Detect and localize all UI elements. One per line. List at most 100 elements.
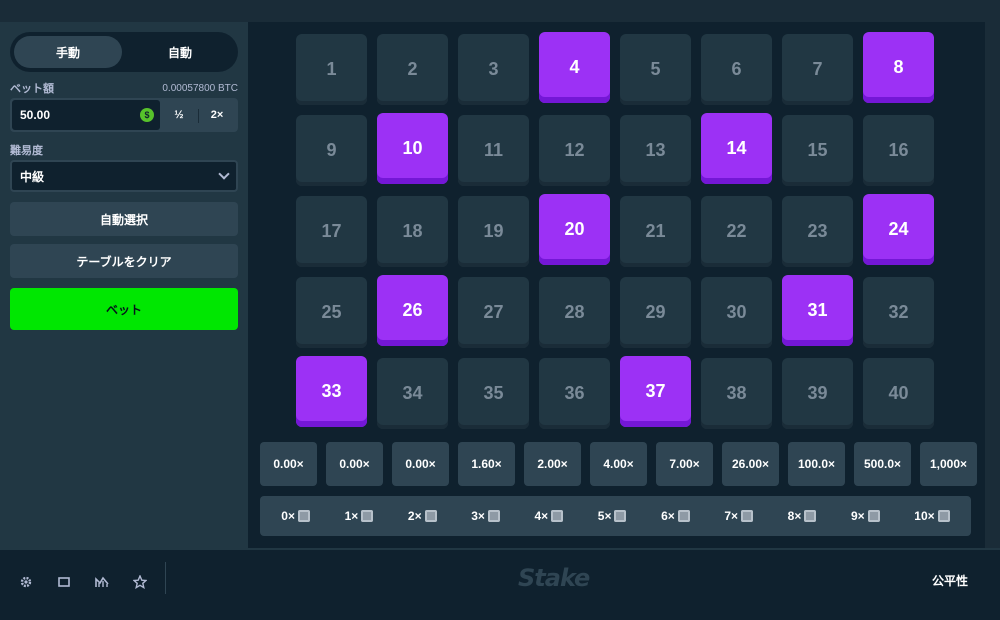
hit-count: 7× — [724, 509, 754, 523]
keno-tile-12[interactable]: 12 — [539, 115, 610, 186]
keno-tile-15[interactable]: 15 — [782, 115, 853, 186]
half-bet-button[interactable]: ½ — [160, 100, 198, 130]
bet-amount-crypto: 0.00057800 BTC — [162, 82, 238, 94]
keno-tile-5[interactable]: 5 — [620, 34, 691, 105]
keno-tile-30[interactable]: 30 — [701, 277, 772, 348]
tab-manual[interactable]: 手動 — [14, 36, 122, 68]
keno-tile-9[interactable]: 9 — [296, 115, 367, 186]
keno-tile-20[interactable]: 20 — [539, 194, 610, 265]
bet-button[interactable]: ベット — [10, 288, 238, 330]
keno-tile-11[interactable]: 11 — [458, 115, 529, 186]
payout-multiplier: 1,000× — [920, 442, 977, 486]
payout-multiplier: 100.0× — [788, 442, 845, 486]
hit-count-label: 0× — [281, 509, 295, 523]
keno-tile-26[interactable]: 26 — [377, 275, 448, 346]
payout-multiplier: 26.00× — [722, 442, 779, 486]
keno-tile-17[interactable]: 17 — [296, 196, 367, 267]
keno-tile-4[interactable]: 4 — [539, 32, 610, 103]
payout-multiplier: 0.00× — [260, 442, 317, 486]
keno-tile-7[interactable]: 7 — [782, 34, 853, 105]
tab-auto[interactable]: 自動 — [126, 36, 234, 68]
footer-divider — [165, 562, 166, 594]
keno-tile-16[interactable]: 16 — [863, 115, 934, 186]
chart-icon[interactable] — [90, 570, 114, 594]
bet-amount-control: 50.00 $ ½ 2× — [10, 98, 238, 132]
hit-count-label: 7× — [724, 509, 739, 523]
keno-tile-37[interactable]: 37 — [620, 356, 691, 427]
keno-tile-8[interactable]: 8 — [863, 32, 934, 103]
payout-multiplier: 7.00× — [656, 442, 713, 486]
gem-icon — [614, 510, 627, 522]
keno-tile-6[interactable]: 6 — [701, 34, 772, 105]
fairness-link[interactable]: 公平性 — [932, 572, 968, 589]
dollar-coin-icon: $ — [140, 108, 154, 122]
keno-grid: 1 2 3 4 5 6 7 8 9 10 11 12 13 14 15 16 17 18 19 20 21 22 23 24 2… — [296, 32, 934, 429]
hit-count: 3× — [471, 509, 500, 523]
keno-tile-14[interactable]: 14 — [701, 113, 772, 184]
gem-icon — [424, 510, 437, 522]
hit-count-label: 8× — [787, 509, 802, 523]
keno-tile-31[interactable]: 31 — [782, 275, 853, 346]
keno-tile-28[interactable]: 28 — [539, 277, 610, 348]
keno-tile-10[interactable]: 10 — [377, 113, 448, 184]
bet-sidebar: 手動 自動 ベット額 0.00057800 BTC 50.00 $ ½ 2× 難… — [0, 22, 248, 548]
star-icon[interactable] — [128, 570, 152, 594]
keno-tile-24[interactable]: 24 — [863, 194, 934, 265]
hit-count: 8× — [788, 509, 817, 523]
gem-icon — [297, 510, 310, 522]
mode-toggle: 手動 自動 — [10, 32, 238, 72]
hit-count: 6× — [661, 509, 690, 523]
keno-tile-13[interactable]: 13 — [620, 115, 691, 186]
hit-count-label: 3× — [471, 509, 485, 523]
keno-tile-29[interactable]: 29 — [620, 277, 691, 348]
gear-icon[interactable] — [14, 570, 38, 594]
keno-tile-2[interactable]: 2 — [377, 34, 448, 105]
keno-tile-34[interactable]: 34 — [377, 358, 448, 429]
gem-icon — [937, 510, 950, 522]
keno-tile-35[interactable]: 35 — [458, 358, 529, 429]
bet-amount-value: 50.00 — [20, 108, 51, 122]
clear-table-button[interactable]: テーブルをクリア — [10, 244, 238, 278]
hit-count-label: 6× — [661, 509, 675, 523]
difficulty-select[interactable]: 中級 — [10, 160, 238, 192]
hit-count-label: 9× — [850, 509, 865, 523]
keno-tile-21[interactable]: 21 — [620, 196, 691, 267]
hit-count-label: 4× — [534, 509, 549, 523]
keno-tile-1[interactable]: 1 — [296, 34, 367, 105]
bet-amount-input[interactable]: 50.00 $ — [12, 100, 160, 130]
hit-count-label: 10× — [914, 509, 935, 523]
hit-count-label: 5× — [597, 509, 612, 523]
difficulty-label-row: 難易度 — [10, 142, 238, 158]
hit-count: 10× — [914, 509, 950, 523]
keno-tile-3[interactable]: 3 — [458, 34, 529, 105]
payout-multiplier: 1.60× — [458, 442, 515, 486]
keno-tile-39[interactable]: 39 — [782, 358, 853, 429]
gem-icon — [551, 510, 564, 522]
keno-tile-33[interactable]: 33 — [296, 356, 367, 427]
hit-count: 1× — [345, 509, 374, 523]
keno-tile-36[interactable]: 36 — [539, 358, 610, 429]
hit-count: 0× — [281, 509, 310, 523]
payout-multiplier: 0.00× — [392, 442, 449, 486]
square-icon[interactable] — [52, 570, 76, 594]
auto-pick-button[interactable]: 自動選択 — [10, 202, 238, 236]
keno-tile-19[interactable]: 19 — [458, 196, 529, 267]
keno-tile-27[interactable]: 27 — [458, 277, 529, 348]
keno-tile-32[interactable]: 32 — [863, 277, 934, 348]
bet-amount-label: ベット額 — [10, 83, 54, 95]
keno-tile-18[interactable]: 18 — [377, 196, 448, 267]
game-window: 手動 自動 ベット額 0.00057800 BTC 50.00 $ ½ 2× 難… — [0, 22, 985, 548]
hit-count: 2× — [408, 509, 437, 523]
double-bet-button[interactable]: 2× — [198, 100, 236, 130]
gem-icon — [677, 510, 690, 522]
chevron-down-icon — [218, 168, 230, 180]
keno-tile-25[interactable]: 25 — [296, 277, 367, 348]
keno-tile-40[interactable]: 40 — [863, 358, 934, 429]
keno-tile-38[interactable]: 38 — [701, 358, 772, 429]
stake-logo: Stake — [518, 564, 590, 592]
keno-tile-22[interactable]: 22 — [701, 196, 772, 267]
hit-count: 4× — [534, 509, 564, 523]
gem-icon — [867, 510, 880, 522]
keno-tile-23[interactable]: 23 — [782, 196, 853, 267]
multiplier-row: 0.00× 0.00× 0.00× 1.60× 2.00× 4.00× 7.00× 26.00… — [260, 442, 977, 486]
